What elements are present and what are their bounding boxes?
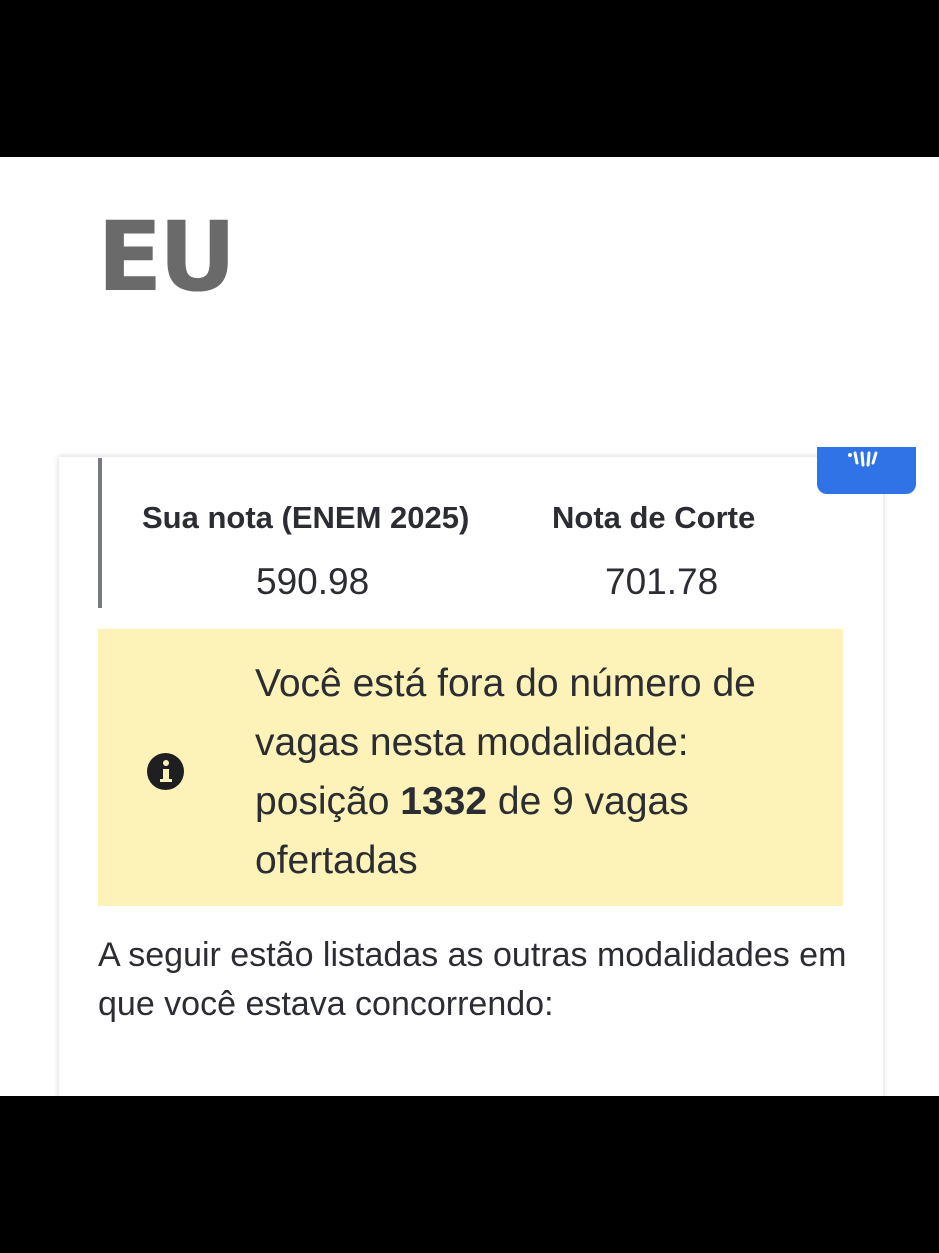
cutoff-score-value: 701.78 [605,561,719,602]
bottom-black-bar [0,1096,939,1253]
my-score-label: Sua nota (ENEM 2025) [142,500,470,535]
notice-message: Você está fora do número de vagas nesta … [255,654,825,890]
notice-line: Você está fora do número de vagas nesta … [255,662,756,764]
other-modalities-text: A seguir estão listadas as outras modali… [98,936,847,1023]
top-black-bar [0,0,939,157]
meme-caption: EU [97,201,237,313]
screenshot-area: EU Sua nota (ENEM 2025) Nota de Corte 59… [0,157,939,1096]
out-of-vacancies-notice: Você está fora do número de vagas nesta … [98,629,843,906]
position-prefix: posição [255,780,390,823]
cutoff-score-label: Nota de Corte [552,500,756,535]
info-icon [147,753,184,790]
accessibility-icon [848,451,878,467]
my-score-value: 590.98 [256,561,370,602]
accessibility-button[interactable] [817,447,916,494]
position-value: 1332 [400,780,488,823]
score-section-rule [98,458,102,608]
